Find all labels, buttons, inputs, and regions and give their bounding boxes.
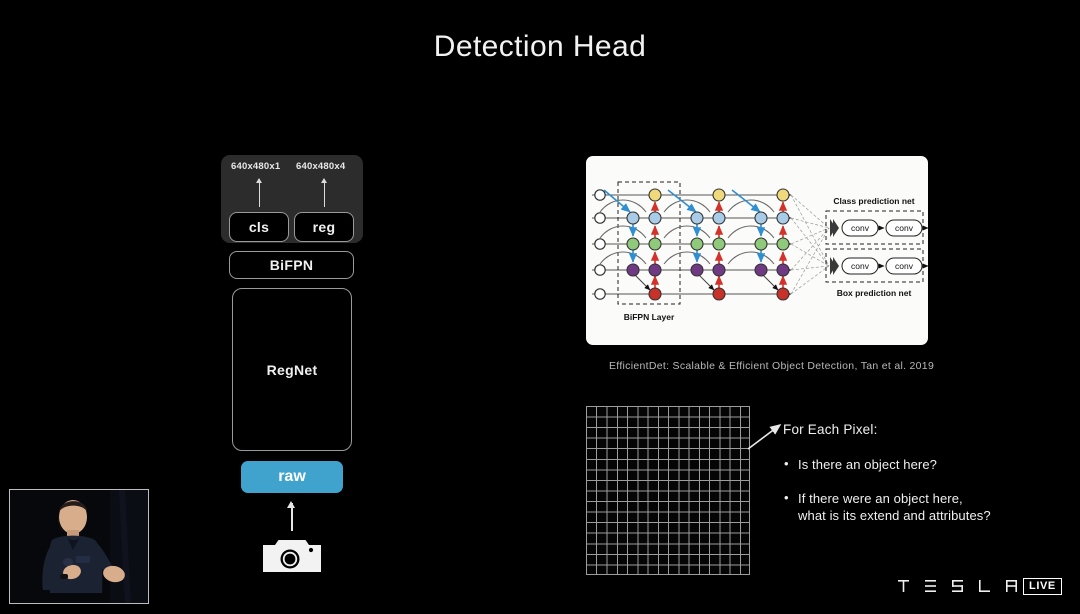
bifpn-layer-label: BiFPN Layer xyxy=(624,312,675,322)
tesla-wordmark xyxy=(898,580,1017,592)
presenter-video[interactable] xyxy=(9,489,149,604)
conv-label: conv xyxy=(851,223,870,233)
output-dim-reg: 640x480x4 xyxy=(296,161,346,172)
block-regnet[interactable]: RegNet xyxy=(232,288,352,451)
block-bifpn[interactable]: BiFPN xyxy=(229,251,354,279)
figure-citation: EfficientDet: Scalable & Efficient Objec… xyxy=(609,360,935,372)
tesla-letter-s-icon xyxy=(952,580,963,592)
live-badge: LIVE xyxy=(1023,578,1062,595)
output-dim-cls: 640x480x1 xyxy=(231,161,281,172)
pixel-question-heading: For Each Pixel: xyxy=(783,422,878,437)
class-prediction-net-label: Class prediction net xyxy=(833,196,914,206)
page-title: Detection Head xyxy=(433,30,647,63)
conv-label: conv xyxy=(851,261,870,271)
arrow-line-cls xyxy=(259,180,260,207)
arrow-line-reg xyxy=(324,180,325,207)
arrow-line-raw xyxy=(291,503,293,531)
tesla-letter-a-icon xyxy=(1006,580,1017,592)
conv-label: conv xyxy=(895,223,914,233)
presenter-frame xyxy=(10,490,148,603)
presentation-slide: Detection Head 640x480x1 640x480x4 cls r… xyxy=(0,0,1080,614)
tesla-letter-e-icon xyxy=(925,580,936,592)
box-prediction-net-label: Box prediction net xyxy=(837,288,912,298)
pixel-question-bullet-2: If there were an object here, what is it… xyxy=(783,489,1043,524)
efficientdet-figure: conv conv conv conv BiFPN Layer Class pr… xyxy=(586,156,928,345)
tesla-letter-t-icon xyxy=(898,580,909,592)
pixel-question-block: For Each Pixel: Is there an object here?… xyxy=(783,422,1043,541)
block-cls[interactable]: cls xyxy=(229,212,289,242)
conv-label: conv xyxy=(895,261,914,271)
bifpn-diagram: conv conv conv conv BiFPN Layer Class pr… xyxy=(592,181,928,322)
block-raw-input[interactable]: raw xyxy=(241,461,343,493)
tesla-letter-l-icon xyxy=(979,580,990,592)
camera-icon xyxy=(263,540,321,572)
block-reg[interactable]: reg xyxy=(294,212,354,242)
pixel-question-bullet-1: Is there an object here? xyxy=(783,455,1043,473)
